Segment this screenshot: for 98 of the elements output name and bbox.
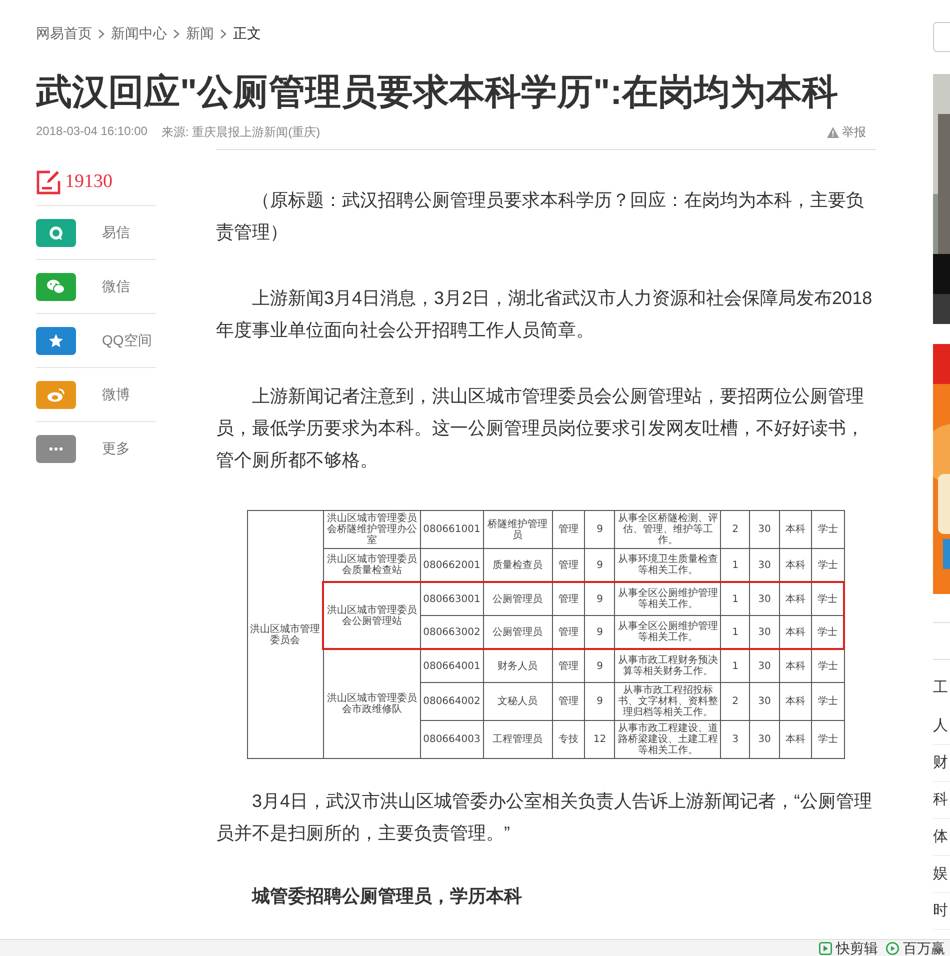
- table-cell: 080663002: [420, 616, 484, 649]
- table-cell: 1: [720, 649, 750, 682]
- table-cell: 管理: [552, 682, 585, 720]
- table-cell: 30: [750, 582, 780, 616]
- table-cell: 30: [750, 682, 780, 720]
- table-cell: 学士: [812, 720, 844, 758]
- table-cell: 洪山区城市管理委员会市政维修队: [323, 649, 420, 758]
- chevron-right-icon: [98, 29, 105, 39]
- share-link[interactable]: 易信: [36, 205, 156, 259]
- article-paragraph: 上游新闻3月4日消息，3月2日，湖北省武汉市人力资源和社会保障局发布2018年度事业单位面向社会公开招聘工作人员简章。: [216, 287, 874, 342]
- table-cell: 从事全区桥隧检测、评估、管理、维护等工作。: [614, 510, 721, 548]
- table-cell: 本科: [779, 582, 812, 616]
- weibo-icon: [47, 388, 65, 402]
- table-cell: 专技: [552, 720, 585, 758]
- news-link[interactable]: 娱: [933, 856, 950, 893]
- news-link[interactable]: 科: [933, 782, 950, 819]
- breadcrumb-link[interactable]: 正文: [233, 25, 261, 43]
- article-source: 来源: 重庆晨报上游新闻(重庆): [161, 124, 320, 141]
- table-cell: 洪山区城市管理委员会公厕管理站: [323, 582, 420, 649]
- breadcrumb-link[interactable]: 新闻中心: [111, 25, 167, 43]
- table-cell: 文秘人员: [483, 682, 552, 720]
- table-cell: 9: [584, 616, 615, 649]
- table-cell: 30: [750, 510, 780, 548]
- table-cell: 080661001: [420, 510, 484, 548]
- table-cell: 财务人员: [483, 649, 552, 682]
- news-link[interactable]: 财: [933, 745, 950, 782]
- table-cell: 080664003: [420, 720, 484, 758]
- article-paragraph: （原标题：武汉招聘公厕管理员要求本科学历？回应：在岗均为本科，主要负责管理）: [216, 189, 865, 244]
- report-link[interactable]: 举报: [827, 124, 866, 141]
- table-cell: 管理: [552, 582, 585, 616]
- table-cell: 学士: [812, 616, 844, 649]
- more-icon: [49, 446, 63, 450]
- table-cell: 学士: [812, 582, 844, 616]
- table-cell: 工程管理员: [483, 720, 552, 758]
- table-cell: 管理: [552, 649, 585, 682]
- star-icon: [48, 332, 64, 348]
- chevron-right-icon: [220, 29, 227, 39]
- table-cell: 桥隧维护管理员: [483, 510, 552, 548]
- table-cell: 公厕管理员: [483, 582, 552, 616]
- table-cell: 2: [720, 510, 750, 548]
- table-cell: 9: [584, 649, 615, 682]
- table-cell: 1: [720, 582, 750, 616]
- breadcrumb-link[interactable]: 新闻: [186, 25, 214, 43]
- share-link[interactable]: 更多: [36, 421, 156, 475]
- table-cell: 2: [720, 682, 750, 720]
- table-cell: 080664001: [420, 649, 484, 682]
- table-cell: 洪山区城市管理委员会桥隧维护管理办公室: [323, 510, 420, 548]
- table-cell: 从事市政工程建设、道路桥梁建设、土建工程等相关工作。: [614, 720, 721, 758]
- table-cell: 学士: [812, 510, 844, 548]
- section-heading: 城管委招聘公厕管理员，学历本科: [250, 885, 523, 908]
- table-cell: 管理: [552, 616, 585, 649]
- warning-icon: [827, 127, 839, 138]
- article-title: 武汉回应"公厕管理员要求本科学历":在岗均为本科: [36, 70, 840, 114]
- article-paragraph: 3月4日，武汉市洪山区城管委办公室相关负责人告诉上游新闻记者，“公厕管理员并不是扫厕所的，主要负责管理。”: [216, 790, 874, 845]
- table-cell: 12: [584, 720, 615, 758]
- table-cell: 本科: [779, 616, 812, 649]
- table-cell: 从事全区公厕维护管理等相关工作。: [614, 582, 721, 616]
- list-heading: 工: [933, 678, 949, 698]
- table-cell: 从事全区公厕维护管理等相关工作。: [614, 616, 721, 649]
- table-cell: 从事市政工程财务预决算等相关财务工作。: [614, 649, 721, 682]
- table-cell: 9: [584, 582, 615, 616]
- news-link[interactable]: 体: [933, 819, 950, 856]
- publish-time: 2018-03-04 16:10:00: [36, 124, 148, 140]
- news-link[interactable]: 时: [933, 893, 950, 930]
- article-paragraph: 上游新闻记者注意到，洪山区城市管理委员会公厕管理站，要招两位公厕管理员，最低学历要求为本科。这一公厕管理员岗位要求引发网友吐槽，不好好读书，管个厕所都不够格。: [216, 385, 865, 472]
- toolbar-link[interactable]: 快剪辑: [819, 940, 878, 956]
- table-cell: 30: [750, 720, 780, 758]
- play-icon: [886, 942, 899, 954]
- table-cell: 30: [750, 616, 780, 649]
- breadcrumb-link[interactable]: 网易首页: [36, 25, 92, 43]
- table-cell: 9: [584, 510, 615, 548]
- chevron-right-icon: [173, 29, 180, 39]
- share-link[interactable]: QQ空间: [36, 313, 156, 367]
- share-link[interactable]: 微信: [36, 259, 156, 313]
- table-cell: 管理: [552, 510, 585, 548]
- comment-count: 19130: [65, 171, 112, 193]
- news-link[interactable]: 人: [933, 708, 950, 745]
- play-icon: [819, 942, 832, 954]
- table-cell: 学士: [812, 682, 844, 720]
- chat-bubble-icon: [48, 224, 64, 240]
- table-cell: 080664002: [420, 682, 484, 720]
- table-cell: 公厕管理员: [483, 616, 552, 649]
- toolbar-link[interactable]: 百万赢: [886, 940, 950, 956]
- table-cell: 1: [720, 616, 750, 649]
- table-cell: 本科: [779, 682, 812, 720]
- table-cell: 本科: [779, 510, 812, 548]
- table-cell: 30: [750, 649, 780, 682]
- edit-comment-icon[interactable]: [36, 170, 61, 194]
- table-cell: 从事市政工程招投标书、文字材料、资料整理归档等相关工作。: [614, 682, 721, 720]
- table-cell: 洪山区城市管理委员会: [248, 510, 324, 758]
- share-link[interactable]: 微博: [36, 367, 156, 421]
- table-cell: 3: [720, 720, 750, 758]
- wechat-icon: [46, 278, 66, 294]
- table-cell: 9: [584, 682, 615, 720]
- table-cell: 本科: [779, 720, 812, 758]
- table-cell: 学士: [812, 649, 844, 682]
- table-cell: 080663001: [420, 582, 484, 616]
- table-cell: 本科: [779, 649, 812, 682]
